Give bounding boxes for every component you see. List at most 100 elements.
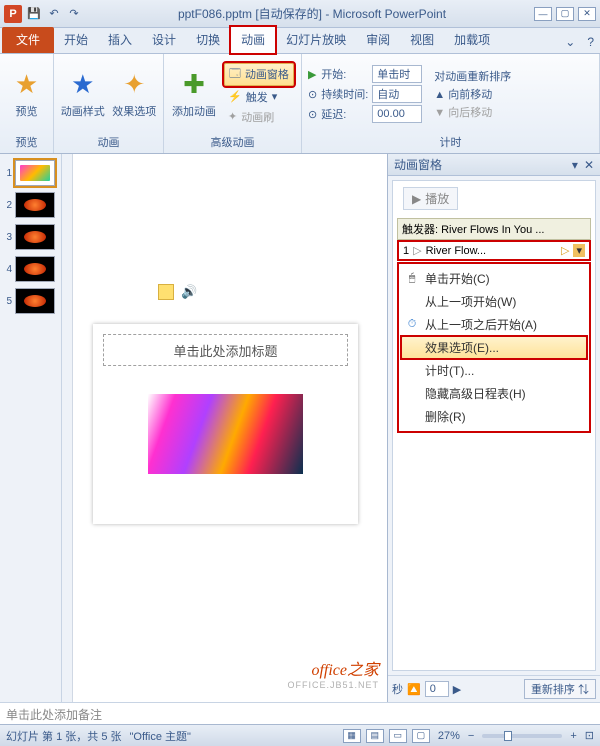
menu-remove[interactable]: 删除(R) bbox=[401, 405, 587, 428]
slide-thumbnails: 1 2 3 4 5 bbox=[0, 154, 62, 702]
duration-icon: ⊙ bbox=[308, 88, 317, 101]
status-slide: 幻灯片 第 1 张，共 5 张 bbox=[6, 728, 122, 744]
ribbon-min-icon[interactable]: ⌄ bbox=[559, 31, 581, 53]
slide[interactable]: 单击此处添加标题 bbox=[93, 324, 358, 524]
item-dropdown-icon[interactable]: ▾ bbox=[573, 244, 585, 257]
maximize-button[interactable]: ▢ bbox=[556, 7, 574, 21]
item-name: River Flow... bbox=[426, 245, 487, 257]
view-reading-icon[interactable]: ▭ bbox=[389, 729, 407, 743]
reorder-button[interactable]: 重新排序 ⇅ bbox=[524, 679, 596, 699]
seconds-label: 秒 bbox=[392, 681, 403, 697]
item-number: 1 bbox=[403, 245, 409, 257]
preview-icon: ★ bbox=[15, 69, 38, 100]
tab-insert[interactable]: 插入 bbox=[98, 27, 142, 53]
play-icon: ▶ bbox=[412, 192, 421, 206]
painter-icon: ✦ bbox=[228, 110, 237, 123]
thumb-4[interactable]: 4 bbox=[4, 256, 57, 282]
tab-home[interactable]: 开始 bbox=[54, 27, 98, 53]
delay-icon: ⊙ bbox=[308, 108, 317, 121]
minimize-button[interactable]: — bbox=[534, 7, 552, 21]
trigger-icon: ⚡ bbox=[228, 90, 242, 103]
zoom-slider[interactable] bbox=[482, 734, 562, 738]
delay-label: 延迟: bbox=[321, 106, 368, 122]
menu-with-previous[interactable]: 从上一项开始(W) bbox=[401, 290, 587, 313]
start-field[interactable]: 单击时 bbox=[372, 65, 422, 83]
trigger-header: 触发器: River Flows In You ... bbox=[397, 218, 591, 240]
duration-label: 持续时间: bbox=[321, 86, 368, 102]
start-icon: ▶ bbox=[308, 68, 317, 81]
thumb-1[interactable]: 1 bbox=[4, 160, 57, 186]
group-animation: 动画 bbox=[60, 132, 157, 153]
start-label: 开始: bbox=[321, 66, 368, 82]
menu-hide-timeline[interactable]: 隐藏高级日程表(H) bbox=[401, 382, 587, 405]
group-advanced: 高级动画 bbox=[170, 132, 295, 153]
view-sorter-icon[interactable]: ▤ bbox=[366, 729, 384, 743]
speaker-icon[interactable]: 🔊 bbox=[181, 284, 197, 300]
move-earlier-button[interactable]: ▲ 向前移动 bbox=[434, 86, 511, 102]
mouse-icon: 🖱 bbox=[405, 272, 419, 285]
notes-placeholder[interactable]: 单击此处添加备注 bbox=[0, 702, 600, 724]
tab-animations[interactable]: 动画 bbox=[230, 26, 276, 54]
status-theme: "Office 主题" bbox=[130, 728, 191, 744]
watermark: office之家 OFFICE.JB51.NET bbox=[287, 656, 379, 690]
qat-undo-icon[interactable]: ↶ bbox=[46, 6, 62, 22]
seconds-field[interactable]: 0 bbox=[425, 681, 449, 697]
pane-icon: 🗔 bbox=[229, 65, 241, 84]
ruler bbox=[62, 154, 73, 702]
sound-object-icon[interactable] bbox=[158, 284, 174, 300]
animation-pane: 动画窗格 ▾ ✕ ▶播放 触发器: River Flows In You ...… bbox=[387, 154, 600, 702]
plus-star-icon: ✚ bbox=[183, 69, 205, 100]
menu-timing[interactable]: 计时(T)... bbox=[401, 359, 587, 382]
menu-effect-options[interactable]: 效果选项(E)... bbox=[401, 336, 587, 359]
move-later-button[interactable]: ▼ 向后移动 bbox=[434, 104, 511, 120]
fit-icon[interactable]: ⊡ bbox=[585, 729, 594, 742]
tab-view[interactable]: 视图 bbox=[400, 27, 444, 53]
close-button[interactable]: ✕ bbox=[578, 7, 596, 21]
effect-icon: ✦ bbox=[123, 69, 145, 100]
clock-icon: ⏱ bbox=[405, 318, 419, 331]
trigger-button[interactable]: ⚡触发 ▾ bbox=[224, 88, 294, 106]
group-preview: 预览 bbox=[6, 132, 47, 153]
help-icon[interactable]: ? bbox=[581, 31, 600, 53]
add-animation-button[interactable]: ✚添加动画 bbox=[170, 62, 218, 126]
animation-pane-button[interactable]: 🗔动画窗格 bbox=[224, 63, 294, 86]
tab-slideshow[interactable]: 幻灯片放映 bbox=[276, 27, 356, 53]
delay-field[interactable]: 00.00 bbox=[372, 105, 422, 123]
reorder-header: 对动画重新排序 bbox=[434, 68, 511, 84]
effect-options-button[interactable]: ✦效果选项 bbox=[112, 62, 158, 126]
pane-close-icon[interactable]: ✕ bbox=[584, 158, 594, 172]
slide-canvas[interactable]: 🔊 单击此处添加标题 office之家 OFFICE.JB51.NET bbox=[73, 154, 387, 702]
pane-menu-icon[interactable]: ▾ bbox=[572, 158, 578, 172]
menu-click-start[interactable]: 🖱单击开始(C) bbox=[401, 267, 587, 290]
pane-title: 动画窗格 bbox=[394, 156, 442, 173]
preview-button[interactable]: ★预览 bbox=[6, 62, 47, 126]
timeline-prev-icon[interactable]: 🔼 bbox=[407, 683, 421, 696]
view-normal-icon[interactable]: ▦ bbox=[343, 729, 361, 743]
duration-field[interactable]: 自动 bbox=[372, 85, 422, 103]
slide-image[interactable] bbox=[148, 394, 303, 474]
chevron-down-icon: ▾ bbox=[272, 90, 278, 103]
thumb-3[interactable]: 3 bbox=[4, 224, 57, 250]
thumb-5[interactable]: 5 bbox=[4, 288, 57, 314]
tab-review[interactable]: 审阅 bbox=[356, 27, 400, 53]
window-title: pptF086.pptm [自动保存的] - Microsoft PowerPo… bbox=[90, 5, 534, 22]
animation-item[interactable]: 1 ▷ River Flow... ▷ ▾ bbox=[397, 240, 591, 261]
menu-after-previous[interactable]: ⏱从上一项之后开始(A) bbox=[401, 313, 587, 336]
animation-painter-button[interactable]: ✦动画刷 bbox=[224, 108, 294, 126]
context-menu: 🖱单击开始(C) 从上一项开始(W) ⏱从上一项之后开始(A) 效果选项(E).… bbox=[397, 262, 591, 433]
qat-save-icon[interactable]: 💾 bbox=[26, 6, 42, 22]
thumb-2[interactable]: 2 bbox=[4, 192, 57, 218]
tab-transitions[interactable]: 切换 bbox=[186, 27, 230, 53]
tab-file[interactable]: 文件 bbox=[2, 27, 54, 53]
animation-styles-button[interactable]: ★动画样式 bbox=[60, 62, 106, 126]
tab-design[interactable]: 设计 bbox=[142, 27, 186, 53]
timeline-next-icon[interactable]: ▶ bbox=[453, 683, 461, 696]
view-slideshow-icon[interactable]: ▢ bbox=[412, 729, 430, 743]
tab-addins[interactable]: 加载项 bbox=[444, 27, 500, 53]
group-timing: 计时 bbox=[308, 132, 593, 153]
play-button[interactable]: ▶播放 bbox=[403, 187, 458, 210]
title-placeholder[interactable]: 单击此处添加标题 bbox=[103, 334, 348, 366]
play-tri-icon: ▷ bbox=[413, 244, 421, 257]
qat-redo-icon[interactable]: ↷ bbox=[66, 6, 82, 22]
app-icon: P bbox=[4, 5, 22, 23]
